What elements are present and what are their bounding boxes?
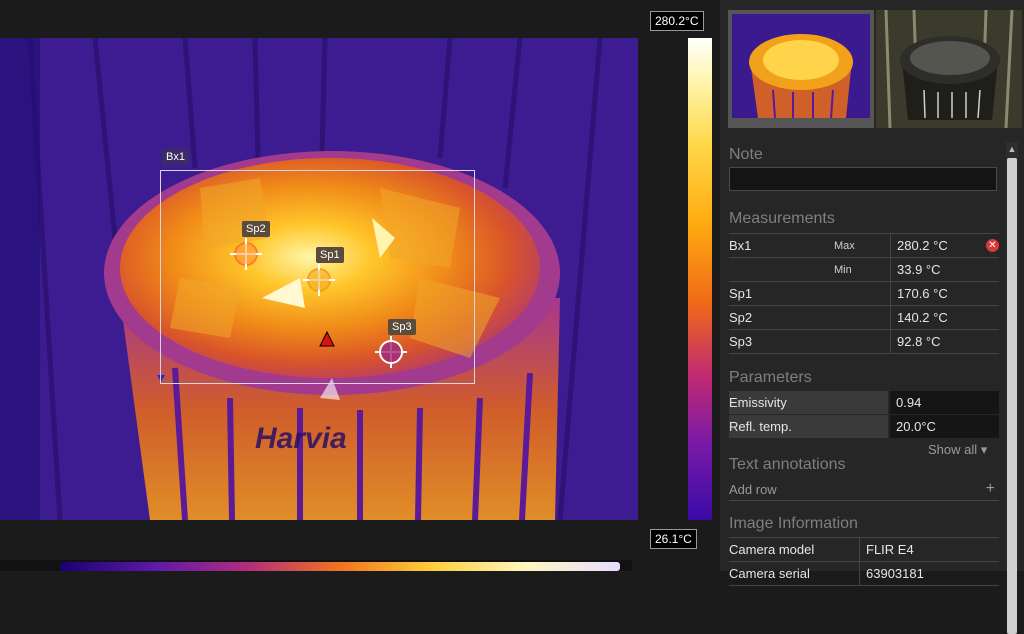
plus-icon[interactable]: +: [986, 480, 999, 498]
color-scale-bar: [688, 38, 712, 520]
parameter-name: Emissivity: [729, 391, 888, 414]
right-panel: Note Measurements Bx1 Max 280.2 °C ✕ Min…: [720, 0, 1024, 634]
box-label-bx1: Bx1: [162, 149, 189, 165]
measurements-title: Measurements: [729, 210, 835, 227]
show-all-button[interactable]: Show all ▾: [928, 442, 987, 458]
measurement-name: Sp1: [729, 286, 753, 301]
image-information-title: Image Information: [729, 515, 858, 532]
measurement-box-bx1[interactable]: [160, 170, 475, 384]
info-name: Camera model: [729, 542, 815, 557]
measurement-row[interactable]: Min 33.9 °C: [729, 257, 999, 281]
palette-strip: [0, 560, 632, 571]
text-annotations-title: Text annotations: [729, 456, 846, 473]
spot-label-sp3: Sp3: [388, 319, 416, 335]
measurement-kind: Max: [834, 239, 855, 252]
measurement-row[interactable]: Sp2 140.2 °C: [729, 305, 999, 329]
scale-min-value[interactable]: 26.1°C: [650, 529, 697, 549]
emissivity-input[interactable]: 0.94: [890, 391, 999, 414]
thumbnail-visual-image: [876, 10, 1022, 128]
scale-max-value[interactable]: 280.2°C: [650, 11, 704, 31]
measurement-row[interactable]: Bx1 Max 280.2 °C ✕: [729, 233, 999, 257]
measurement-name: Sp2: [729, 310, 753, 325]
thumbnail-thermal[interactable]: [728, 10, 874, 128]
measurement-value: 92.8 °C: [890, 330, 999, 353]
measurement-value: 140.2 °C: [890, 306, 999, 329]
parameter-row[interactable]: Refl. temp. 20.0°C: [729, 415, 999, 438]
thumbnail-thermal-image: [732, 14, 870, 119]
remove-measurement-icon[interactable]: ✕: [986, 239, 999, 252]
measurement-value: 170.6 °C: [890, 282, 999, 305]
info-value: FLIR E4: [859, 538, 999, 561]
heater-brand-text: Harvia: [255, 422, 347, 455]
parameters-table: Emissivity 0.94 Refl. temp. 20.0°C: [729, 391, 999, 439]
measurement-kind: Min: [834, 263, 852, 276]
parameters-title: Parameters: [729, 369, 812, 386]
measurement-value: 33.9 °C: [890, 258, 999, 281]
panel-scrollbar[interactable]: ▲: [1006, 142, 1018, 634]
measurement-value: 280.2 °C: [890, 234, 999, 257]
measurement-row[interactable]: Sp3 92.8 °C: [729, 329, 999, 354]
measurement-name: Sp3: [729, 334, 753, 349]
reflected-temp-input[interactable]: 20.0°C: [890, 415, 999, 438]
parameter-name: Refl. temp.: [729, 415, 888, 438]
info-value: 63903181: [859, 562, 999, 585]
spot-label-sp1: Sp1: [316, 247, 344, 263]
thermal-viewer: Harvia Bx1 Sp2 Sp1 Sp3 280.2°C 26.1°C: [0, 0, 720, 571]
thumbnail-visual[interactable]: [876, 10, 1022, 128]
note-title: Note: [729, 146, 763, 163]
image-information-table: Camera model FLIR E4 Camera serial 63903…: [729, 537, 999, 586]
spot-label-sp2: Sp2: [242, 221, 270, 237]
palette-gradient[interactable]: [60, 562, 620, 571]
add-row-label: Add row: [729, 481, 777, 497]
parameter-row[interactable]: Emissivity 0.94: [729, 391, 999, 414]
measurement-name: Bx1: [729, 238, 752, 253]
thermal-image[interactable]: Harvia Bx1 Sp2 Sp1 Sp3: [0, 38, 638, 520]
scrollbar-thumb[interactable]: [1007, 158, 1017, 634]
note-input[interactable]: [729, 167, 997, 191]
info-name: Camera serial: [729, 566, 810, 581]
info-row: Camera serial 63903181: [729, 561, 999, 586]
measurements-table: Bx1 Max 280.2 °C ✕ Min 33.9 °C Sp1 170.6…: [729, 233, 999, 354]
measurement-row[interactable]: Sp1 170.6 °C: [729, 281, 999, 305]
info-row: Camera model FLIR E4: [729, 537, 999, 561]
add-row-button[interactable]: Add row +: [729, 478, 999, 501]
scroll-up-icon[interactable]: ▲: [1006, 142, 1018, 156]
